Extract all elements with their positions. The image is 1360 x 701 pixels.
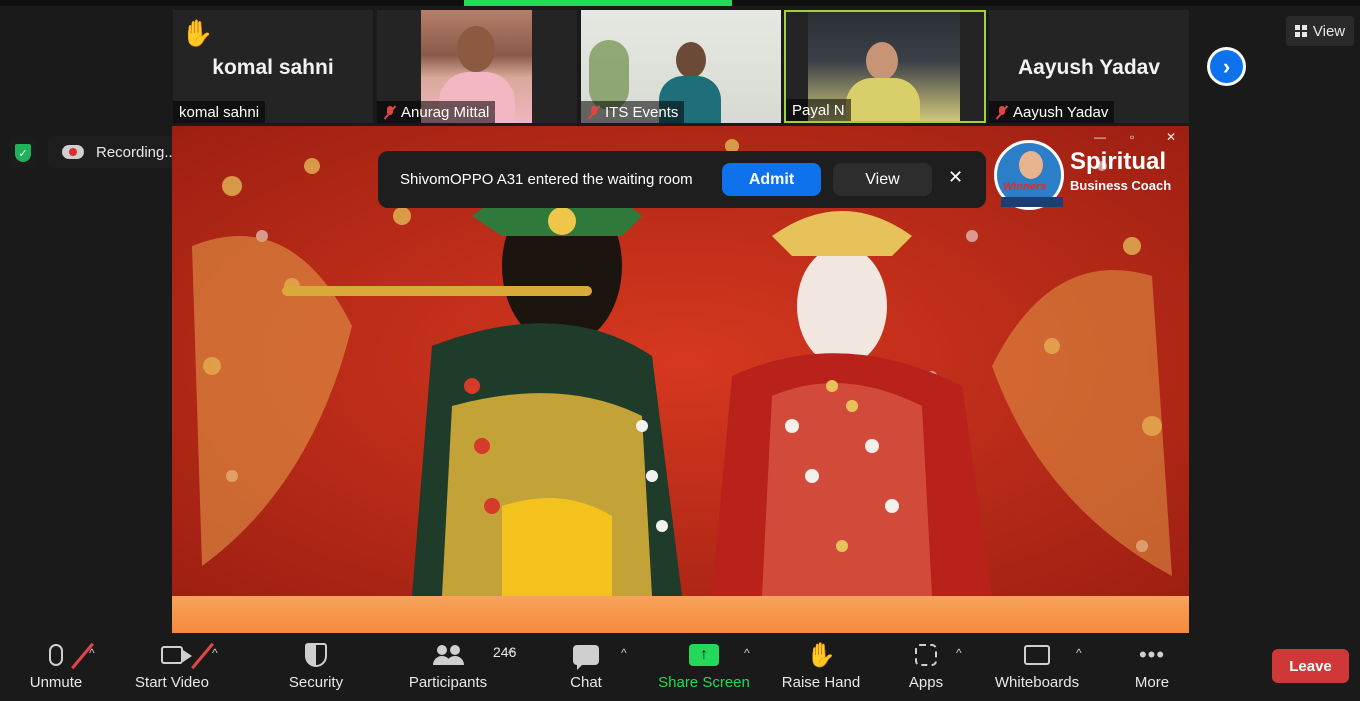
participant-tile-its-events[interactable]: ITS Events [581,10,781,123]
minimize-icon[interactable]: — [1094,130,1106,144]
audio-options-caret[interactable]: ^ [89,646,95,660]
logo-portrait [1019,151,1043,179]
apps-icon [915,644,937,666]
video-slash [191,642,214,670]
unmute-label: Unmute [29,674,83,691]
participant-label-text: komal sahni [179,103,260,121]
muted-mic-icon [587,105,601,120]
brand-logo: Winners Spiritual Business Coach [994,136,1179,212]
security-label: Security [288,674,344,691]
recording-label: Recording... [96,143,177,161]
participant-tile-payal[interactable]: Payal N [784,10,986,123]
security-button[interactable]: Security [284,636,348,701]
participant-name-large: komal sahni [212,56,334,79]
grid-icon [1294,25,1307,37]
participant-label: Anurag Mittal [377,101,496,123]
chat-button[interactable]: Chat [562,636,610,701]
close-icon[interactable]: ✕ [948,167,963,188]
whiteboards-button[interactable]: Whiteboards [990,636,1084,701]
security-status[interactable]: ✓ [10,139,36,167]
view-button[interactable]: View [1286,16,1354,46]
share-screen-label: Share Screen [658,674,750,691]
chat-bubble-icon [573,645,599,670]
chevron-right-icon: › [1210,50,1243,83]
whiteboards-label: Whiteboards [994,674,1080,691]
whiteboard-icon [1024,645,1050,665]
participant-tile-anurag[interactable]: Anurag Mittal [377,10,577,123]
participants-icon [433,645,463,665]
orange-footer-band [172,596,1189,633]
logo-subtitle: Business Coach [1070,178,1172,193]
admit-button[interactable]: Admit [722,163,821,196]
waiting-room-notification: ShivomOPPO A31 entered the waiting room … [378,151,986,208]
muted-mic-icon [995,105,1009,120]
start-video-button[interactable]: Start Video [130,636,214,701]
logo-badge-text: Winners [1003,181,1047,193]
raise-hand-label: Raise Hand [781,674,861,691]
leave-button[interactable]: Leave [1272,649,1349,683]
share-options-caret[interactable]: ^ [744,646,750,660]
participant-tile-komal[interactable]: ✋ komal sahni komal sahni [173,10,373,123]
share-screen-button[interactable]: ↑ Share Screen [656,636,752,701]
participants-options-caret[interactable]: ^ [508,646,514,660]
logo-ribbon [1001,197,1063,207]
participant-label: komal sahni [173,101,266,123]
raised-hand-icon: ✋ [181,18,214,48]
logo-title: Spiritual [1070,148,1167,175]
shield-check-icon: ✓ [15,144,31,162]
participants-button[interactable]: 246 Participants [404,636,517,701]
participant-label-text: Aayush Yadav [1013,103,1109,121]
notification-message: ShivomOPPO A31 entered the waiting room [400,171,693,188]
microphone-muted-icon [49,644,63,666]
unmute-button[interactable]: Unmute [22,636,94,701]
meeting-toolbar: Unmute ^ Start Video ^ Security 246 Part… [0,636,1360,701]
raise-hand-button[interactable]: ✋ Raise Hand [780,636,862,701]
more-label: More [1134,674,1170,691]
participant-label-text: ITS Events [605,103,679,121]
start-video-label: Start Video [135,674,209,691]
restore-icon[interactable]: ▫ [1130,130,1134,144]
participant-name-large: Aayush Yadav [1017,56,1161,79]
participant-label: Aayush Yadav [989,101,1115,123]
top-strip [0,0,1360,6]
shield-icon [305,643,327,667]
participant-label: Payal N [786,99,851,121]
whiteboards-options-caret[interactable]: ^ [1076,646,1082,660]
apps-button[interactable]: Apps [902,636,950,701]
speaker-indicator [464,0,732,6]
muted-mic-icon [383,105,397,120]
video-options-caret[interactable]: ^ [212,646,218,660]
chat-options-caret[interactable]: ^ [621,646,627,660]
raise-hand-icon: ✋ [806,641,836,669]
logo-circle: Winners [994,140,1064,210]
chat-label: Chat [570,674,602,691]
more-dots-icon: ••• [1138,642,1166,667]
more-button[interactable]: ••• More [1128,636,1176,701]
participant-label-text: Payal N [792,101,845,119]
participant-tile-aayush[interactable]: Aayush Yadav Aayush Yadav [989,10,1189,123]
participants-label: Participants [408,674,488,691]
camera-off-icon [161,646,192,664]
close-video-icon[interactable]: ✕ [1166,130,1176,144]
cloud-record-icon [62,145,84,159]
participant-label: ITS Events [581,101,685,123]
view-waiting-room-button[interactable]: View [833,163,932,196]
next-page-button[interactable]: › [1207,47,1246,86]
view-button-label: View [1312,22,1346,40]
share-screen-icon: ↑ [689,644,719,666]
apps-options-caret[interactable]: ^ [956,646,962,660]
participant-label-text: Anurag Mittal [401,103,490,121]
apps-label: Apps [908,674,944,691]
